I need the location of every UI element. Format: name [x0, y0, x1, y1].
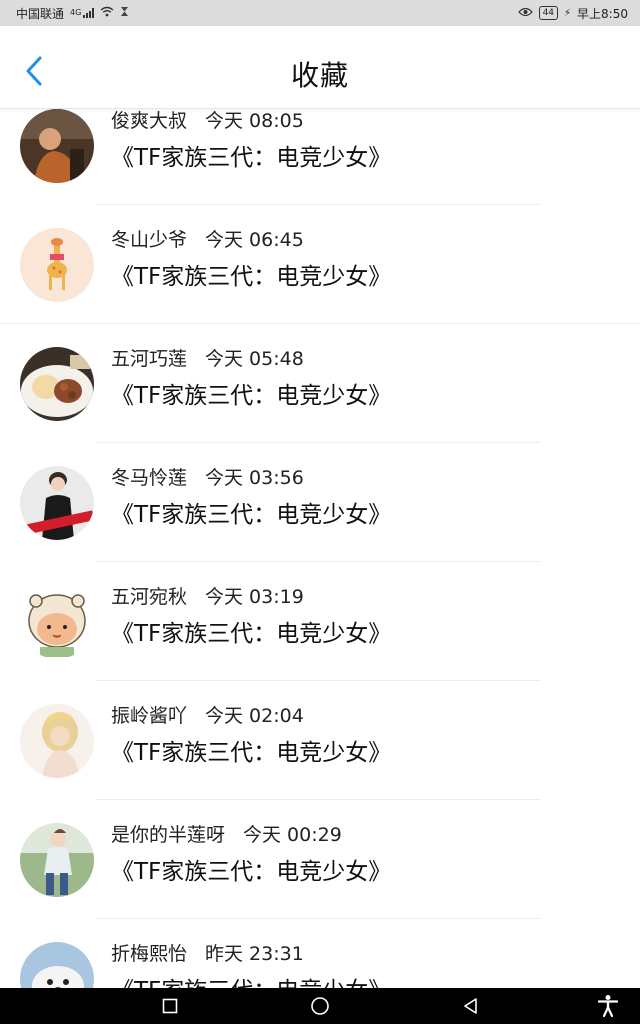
user-name: 冬马怜莲	[111, 467, 188, 489]
item-meta: 振岭酱吖 今天 02:04	[111, 701, 304, 728]
user-name: 五河巧莲	[111, 348, 188, 370]
accessibility-button[interactable]	[592, 988, 624, 1024]
favorites-list-inner: 俊爽大叔 今天 08:05 《TF家族三代：电竞少女》 冬山少爷 今天 06:4…	[0, 108, 640, 988]
avatar[interactable]	[20, 823, 94, 897]
avatar[interactable]	[20, 347, 94, 421]
item-meta: 是你的半莲呀 今天 00:29	[111, 820, 342, 847]
item-meta: 五河巧莲 今天 05:48	[111, 344, 304, 371]
timestamp: 今天 08:05	[205, 110, 304, 132]
work-title: 《TF家族三代：电竞少女》	[111, 145, 392, 171]
user-name: 振岭酱吖	[111, 705, 188, 727]
system-nav-bar	[0, 988, 640, 1024]
user-name: 五河宛秋	[111, 586, 188, 608]
triangle-back-icon	[464, 998, 477, 1014]
favorites-list[interactable]: 俊爽大叔 今天 08:05 《TF家族三代：电竞少女》 冬山少爷 今天 06:4…	[0, 108, 640, 988]
clock-label: 早上8:50	[577, 6, 628, 21]
timestamp: 昨天 23:31	[205, 943, 304, 965]
work-title: 《TF家族三代：电竞少女》	[111, 383, 392, 409]
page-title: 收藏	[290, 59, 349, 92]
recent-apps-button[interactable]	[150, 988, 190, 1024]
timestamp: 今天 05:48	[205, 348, 304, 370]
avatar[interactable]	[20, 466, 94, 540]
work-title: 《TF家族三代：电竞少女》	[111, 502, 392, 528]
item-meta: 冬山少爷 今天 06:45	[111, 225, 304, 252]
user-name: 折梅熙怡	[111, 943, 188, 965]
charging-icon: ⚡	[564, 7, 572, 19]
status-bar: 中国联通 4G 44 ⚡ 早上8:50	[0, 0, 640, 26]
status-right: 44 ⚡ 早上8:50	[517, 5, 628, 22]
timestamp: 今天 03:19	[205, 586, 304, 608]
avatar[interactable]	[20, 704, 94, 778]
work-title: 《TF家族三代：电竞少女》	[111, 621, 392, 647]
network-type-label: 4G	[70, 8, 82, 17]
work-title: 《TF家族三代：电竞少女》	[111, 971, 391, 988]
eye-icon	[517, 6, 533, 20]
timestamp: 今天 00:29	[243, 824, 342, 846]
user-name: 是你的半莲呀	[111, 824, 226, 846]
item-meta: 五河宛秋 今天 03:19	[111, 582, 304, 609]
status-left: 中国联通 4G	[16, 5, 129, 22]
list-item[interactable]: 冬山少爷 今天 06:45 《TF家族三代：电竞少女》	[0, 205, 640, 324]
item-meta: 折梅熙怡 昨天 23:31	[111, 939, 304, 966]
list-item[interactable]: 冬马怜莲 今天 03:56 《TF家族三代：电竞少女》	[0, 443, 640, 562]
carrier-label: 中国联通	[16, 6, 65, 21]
back-nav-button[interactable]	[450, 988, 490, 1024]
app-header: 收藏	[0, 26, 640, 109]
item-meta: 冬马怜莲 今天 03:56	[111, 463, 304, 490]
user-name: 冬山少爷	[111, 229, 188, 251]
list-item[interactable]: 五河巧莲 今天 05:48 《TF家族三代：电竞少女》	[0, 324, 640, 443]
item-meta: 俊爽大叔 今天 08:05	[111, 108, 304, 133]
timestamp: 今天 06:45	[205, 229, 304, 251]
list-item[interactable]: 是你的半莲呀 今天 00:29 《TF家族三代：电竞少女》	[0, 800, 640, 919]
avatar[interactable]	[20, 109, 94, 183]
list-item[interactable]: 折梅熙怡昨天 23:31 《TF家族三代：电竞少女》	[0, 919, 640, 988]
avatar[interactable]	[20, 228, 94, 302]
user-name: 俊爽大叔	[111, 110, 188, 132]
square-icon	[162, 998, 178, 1014]
wifi-icon	[100, 6, 114, 20]
accessibility-icon	[598, 995, 618, 1018]
avatar[interactable]	[20, 585, 94, 659]
avatar[interactable]	[20, 942, 94, 988]
work-title: 《TF家族三代：电竞少女》	[111, 859, 392, 885]
hourglass-icon	[120, 6, 129, 20]
timestamp: 今天 03:56	[205, 467, 304, 489]
circle-icon	[311, 997, 329, 1015]
timestamp: 今天 02:04	[205, 705, 304, 727]
signal-icon	[83, 8, 95, 18]
list-item[interactable]: 振岭酱吖 今天 02:04 《TF家族三代：电竞少女》	[0, 681, 640, 800]
list-item[interactable]: 俊爽大叔 今天 08:05 《TF家族三代：电竞少女》	[0, 108, 640, 205]
work-title: 《TF家族三代：电竞少女》	[111, 740, 392, 766]
list-item[interactable]: 五河宛秋 今天 03:19 《TF家族三代：电竞少女》	[0, 562, 640, 681]
battery-icon: 44	[538, 6, 559, 20]
work-title: 《TF家族三代：电竞少女》	[111, 264, 392, 290]
home-button[interactable]	[300, 988, 340, 1024]
